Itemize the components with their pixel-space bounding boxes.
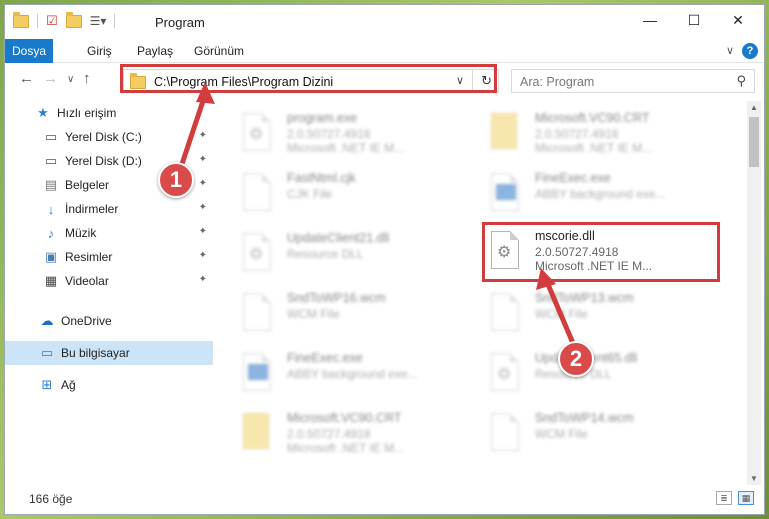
arrow-line-1 bbox=[177, 94, 208, 171]
arrow-head-1 bbox=[196, 82, 215, 104]
step-1-badge: 1 bbox=[158, 162, 194, 198]
annotation-arrows bbox=[177, 82, 578, 349]
arrow-head-2 bbox=[536, 268, 556, 290]
arrow-line-2 bbox=[544, 281, 578, 349]
step-2-badge: 2 bbox=[558, 341, 594, 377]
